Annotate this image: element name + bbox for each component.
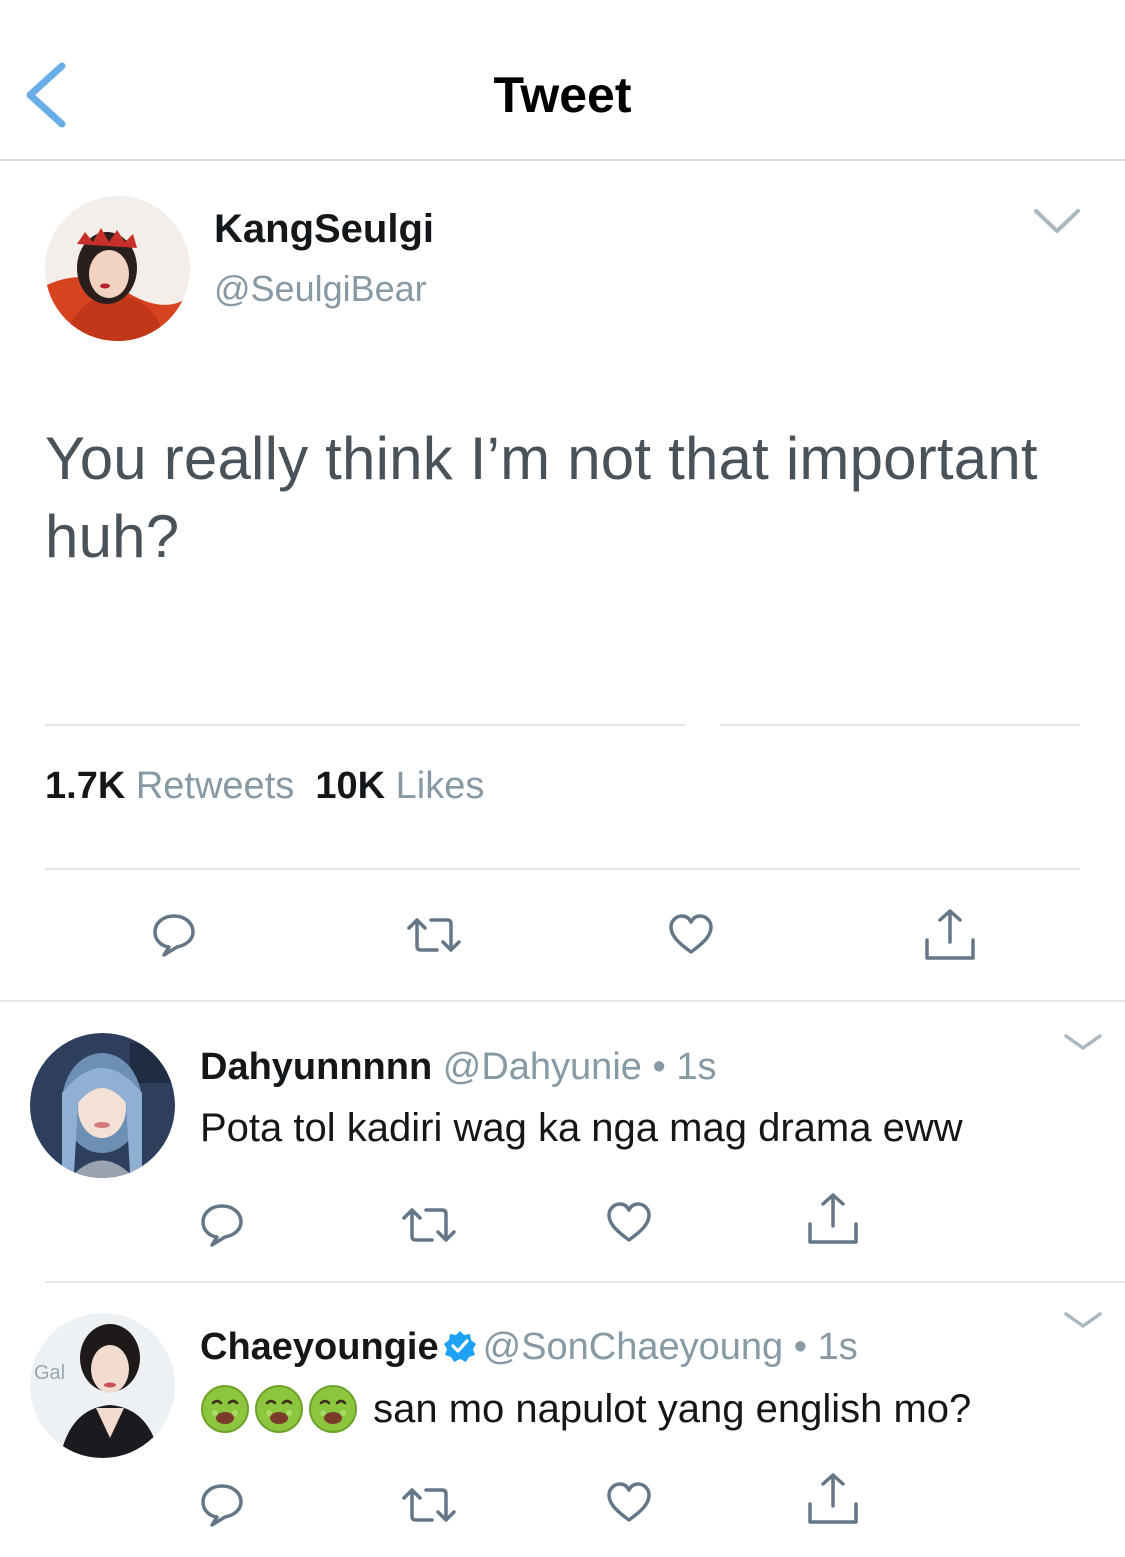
share-icon — [808, 1193, 858, 1244]
chevron-down-icon — [1064, 1034, 1102, 1050]
page-title: Tweet — [493, 67, 632, 123]
nauseated-face-icon — [309, 1385, 357, 1433]
heart-icon — [669, 914, 713, 954]
reply-icon — [201, 1204, 243, 1247]
verified-badge-icon — [443, 1331, 476, 1362]
reply-header: Dahyunnnnn @Dahyunie • 1s — [200, 1046, 716, 1089]
avatar[interactable] — [45, 196, 190, 341]
reply-icon — [201, 1484, 243, 1527]
reply-icon — [153, 914, 195, 957]
tweet-stats: 1.7K Retweets 10K Likes — [45, 765, 484, 808]
tweet-menu-button[interactable] — [1032, 205, 1082, 242]
reply-text: Pota tol kadiri wag ka nga mag drama eww — [200, 1106, 963, 1150]
reply-content: san mo napulot yang english mo? — [200, 1384, 971, 1434]
retweet-button[interactable] — [400, 1204, 458, 1246]
divider — [720, 724, 1080, 726]
author-name[interactable]: KangSeulgi — [214, 207, 434, 252]
likes-label[interactable]: Likes — [396, 765, 485, 807]
reply-button[interactable] — [198, 1480, 246, 1528]
like-button[interactable] — [667, 912, 715, 956]
author-handle[interactable]: @SeulgiBear — [214, 268, 427, 310]
divider — [45, 724, 685, 726]
share-button[interactable] — [922, 908, 978, 962]
chevron-down-icon — [1034, 209, 1080, 233]
divider — [0, 1000, 1125, 1002]
likes-count[interactable]: 10K — [315, 765, 385, 807]
meta-separator: • — [652, 1046, 666, 1088]
retweet-label[interactable]: Retweets — [136, 765, 294, 807]
share-icon — [925, 909, 975, 960]
nauseated-face-icon — [255, 1385, 303, 1433]
reply-author-handle[interactable]: @SonChaeyoung — [483, 1326, 784, 1368]
share-button[interactable] — [805, 1192, 861, 1246]
retweet-icon — [402, 1208, 456, 1242]
reply-avatar[interactable]: Gal — [30, 1313, 175, 1458]
share-icon — [808, 1473, 858, 1524]
reply-text: san mo napulot yang english mo? — [373, 1387, 972, 1431]
chevron-down-icon — [1064, 1312, 1102, 1328]
retweet-count[interactable]: 1.7K — [45, 765, 125, 807]
retweet-button[interactable] — [400, 1484, 458, 1526]
reply-timestamp[interactable]: 1s — [676, 1046, 716, 1088]
share-button[interactable] — [805, 1472, 861, 1526]
reply-menu-button[interactable] — [1062, 1308, 1104, 1337]
reply-header: Chaeyoungie @SonChaeyoung • 1s — [200, 1326, 858, 1369]
heart-icon — [607, 1202, 651, 1242]
reply-author-name[interactable]: Dahyunnnnn — [200, 1046, 432, 1088]
retweet-icon — [407, 918, 461, 952]
retweet-button[interactable] — [405, 914, 463, 956]
reply-menu-button[interactable] — [1062, 1030, 1104, 1059]
divider — [45, 1281, 1125, 1283]
avatar-backdrop-text: Gal — [34, 1362, 65, 1384]
reply-author-name[interactable]: Chaeyoungie — [200, 1326, 439, 1368]
reply-author-handle[interactable]: @Dahyunie — [443, 1046, 642, 1088]
like-button[interactable] — [605, 1200, 653, 1244]
heart-icon — [607, 1482, 651, 1522]
navbar: Tweet — [0, 0, 1125, 161]
like-button[interactable] — [605, 1480, 653, 1524]
tweet-text: You really think I’m not that important … — [45, 425, 1038, 570]
reply-button[interactable] — [150, 910, 198, 958]
divider — [45, 868, 1080, 870]
reply-button[interactable] — [198, 1200, 246, 1248]
reply-avatar[interactable] — [30, 1033, 175, 1178]
retweet-icon — [402, 1488, 456, 1522]
nauseated-face-icon — [201, 1385, 249, 1433]
meta-separator: • — [793, 1326, 808, 1368]
reply-timestamp[interactable]: 1s — [818, 1326, 858, 1368]
